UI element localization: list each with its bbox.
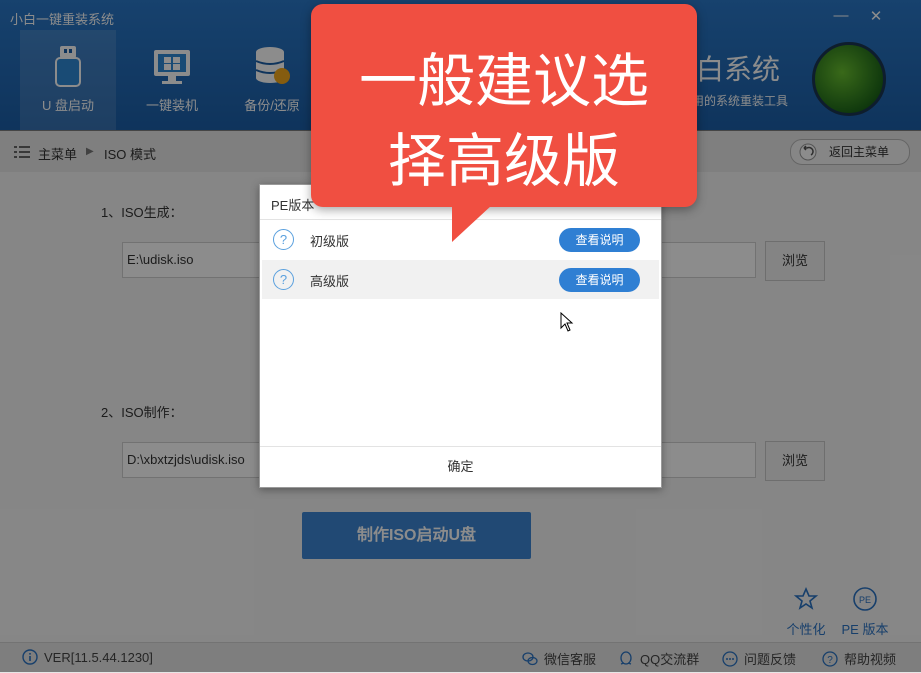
annotation-callout: 一般建议选 择高级版	[311, 4, 697, 207]
callout-line-1: 一般建议选	[358, 49, 649, 114]
callout-tail	[452, 205, 492, 242]
pe-option-name: 初级版	[310, 234, 350, 249]
view-details-button[interactable]: 查看说明	[559, 268, 640, 292]
callout-line-2: 择高级版	[387, 129, 620, 194]
mouse-cursor-icon	[560, 312, 574, 332]
question-icon: ?	[273, 229, 294, 250]
dialog-title: PE版本	[271, 198, 315, 213]
pe-option-advanced[interactable]: ? 高级版 查看说明	[262, 260, 659, 299]
view-details-button[interactable]: 查看说明	[559, 228, 640, 252]
pe-option-name: 高级版	[310, 274, 350, 289]
confirm-button[interactable]: 确定	[260, 447, 661, 486]
question-icon: ?	[273, 269, 294, 290]
